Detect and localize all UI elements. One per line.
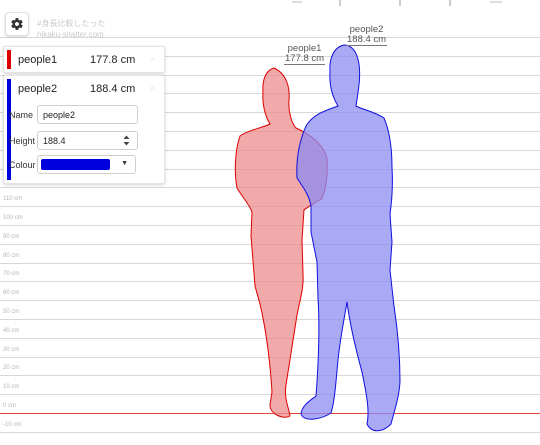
- people2-name: people2: [18, 82, 58, 95]
- colour-select[interactable]: ▼: [37, 155, 136, 174]
- colour-swatch: [41, 159, 110, 170]
- watermark: #身長比較したった hikaku-sitatter.com: [37, 18, 105, 40]
- people2-panel-header[interactable]: people2 188.4 cm: [18, 76, 144, 101]
- people2-height: 188.4 cm: [90, 82, 136, 95]
- name-label: Name: [9, 109, 34, 120]
- name-input[interactable]: people2: [37, 105, 138, 124]
- colour-row: Colour ▼: [9, 155, 136, 174]
- people2-figure-label: people2 188.4 cm: [346, 25, 388, 46]
- height-input[interactable]: 188.4: [37, 131, 138, 150]
- people1-color-bar: [7, 50, 11, 69]
- people2-panel[interactable]: people2 188.4 cm × Name people2 Height 1…: [3, 75, 165, 184]
- gear-icon: [11, 18, 23, 30]
- people2-close-icon[interactable]: ×: [150, 83, 155, 93]
- people1-panel[interactable]: people1 177.8 cm ×: [3, 46, 165, 73]
- top-toolbar: [280, 0, 540, 8]
- colour-label: Colour: [9, 159, 36, 170]
- people1-figure-height: 177.8 cm: [284, 53, 326, 65]
- people1-height: 177.8 cm: [90, 53, 136, 66]
- name-row: Name people2: [9, 105, 138, 124]
- height-input-value: 188.4: [43, 135, 66, 146]
- settings-button[interactable]: [5, 12, 29, 36]
- people1-panel-header[interactable]: people1 177.8 cm: [18, 47, 144, 72]
- chevron-down-icon: ▼: [121, 160, 128, 167]
- height-label: Height: [9, 135, 36, 146]
- name-input-value: people2: [43, 109, 76, 120]
- people2-silhouette[interactable]: [296, 44, 401, 432]
- people1-name: people1: [18, 53, 58, 66]
- watermark-hashtag: #身長比較したった: [37, 19, 106, 28]
- top-toolbar-edge: [292, 0, 502, 6]
- people2-figure-height: 188.4 cm: [346, 34, 388, 46]
- people1-figure-label: people1 177.8 cm: [284, 44, 326, 65]
- stepper-arrows-icon[interactable]: [123, 135, 130, 146]
- height-row: Height 188.4: [9, 131, 138, 150]
- watermark-url: hikaku-sitatter.com: [37, 30, 104, 39]
- people1-close-icon[interactable]: ×: [150, 54, 155, 64]
